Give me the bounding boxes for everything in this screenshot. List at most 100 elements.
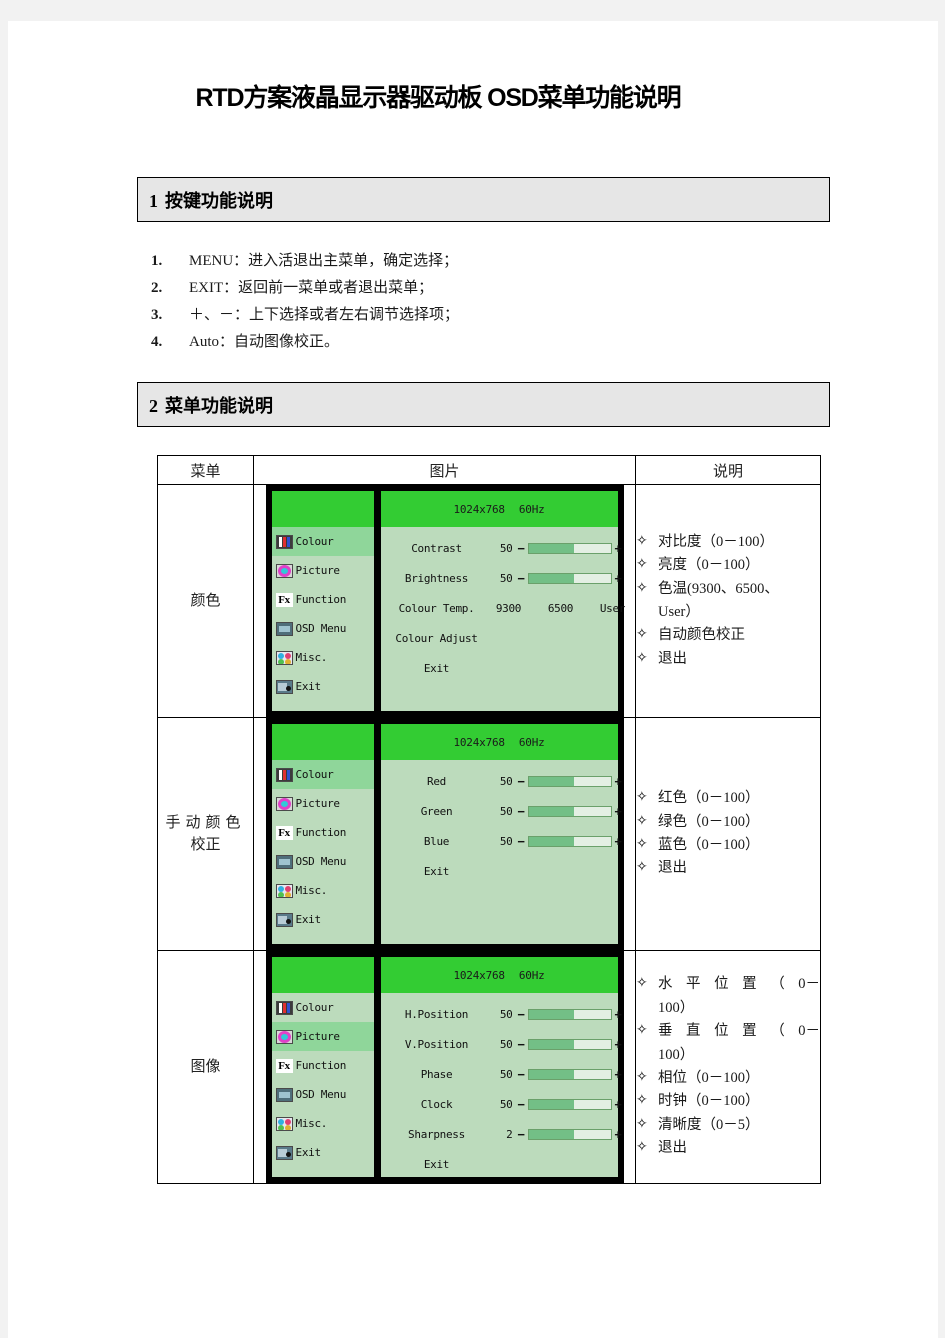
osd-item-phase[interactable]: Phase 50− + [381,1059,622,1089]
osd-sidebar-item-misc[interactable]: Misc. [272,1109,374,1138]
osd-item-value: 50 [499,1007,513,1021]
description-item: ✧ 色温(9300、6500、 User） [636,578,820,625]
osd-decrement-icon[interactable]: − [516,571,527,586]
function-icon: Fx [275,825,293,840]
osd-sidebar-item-exit[interactable]: Exit [272,1138,374,1167]
osd-slider-fill [528,1069,574,1079]
osd-item-v-position[interactable]: V.Position 50− + [381,1029,622,1059]
osd-decrement-icon[interactable]: − [516,1127,527,1142]
osd-sidebar-item-misc[interactable]: Misc. [272,643,374,672]
osd-item-exit[interactable]: Exit [381,653,618,683]
osd-resolution: 1024x768 [453,735,505,749]
osd-decrement-icon[interactable]: − [516,1067,527,1082]
osd-slider-track[interactable] [527,835,612,847]
diamond-bullet-icon: ✧ [636,1116,648,1132]
osd-decrement-icon[interactable]: − [516,774,527,789]
osd-increment-icon[interactable]: + [613,541,624,556]
osd-item-blue[interactable]: Blue 50− + [381,826,622,856]
osd-slider-track[interactable] [527,542,612,554]
osd-sidebar: Colour Picture Fx Function OSD Menu Misc. Exit [271,957,374,1177]
osd-sidebar-item-picture[interactable]: Picture [272,789,374,818]
osd-sidebar-item-misc[interactable]: Misc. [272,876,374,905]
osd-option[interactable]: 9300 [483,602,535,615]
osd-slider-track[interactable] [527,1008,612,1020]
osd-slider-fill [528,543,574,553]
osd-decrement-icon[interactable]: − [516,804,527,819]
osd-item-brightness[interactable]: Brightness 50− + [381,563,622,593]
osd-sidebar-item-picture[interactable]: Picture [271,1022,374,1051]
osd-menu-icon [275,1087,293,1102]
osd-item-colour-temp[interactable]: Colour Temp. 9300 6500 User [381,593,626,623]
osd-slider-track[interactable] [527,1098,612,1110]
osd-slider-track[interactable] [527,805,612,817]
osd-option[interactable]: User [587,602,639,615]
osd-slider-track[interactable] [527,1128,612,1140]
section-2-label: 菜单功能说明 [165,396,273,416]
osd-sidebar-item-function[interactable]: Fx Function [272,1051,374,1080]
diamond-bullet-icon: ✧ [636,1140,648,1156]
osd-sidebar-item-function[interactable]: Fx Function [272,818,374,847]
osd-decrement-icon[interactable]: − [516,834,527,849]
osd-slider-fill [528,1129,574,1139]
osd-item-clock[interactable]: Clock 50− + [381,1089,622,1119]
osd-sidebar-item-exit[interactable]: Exit [272,672,374,701]
osd-slider-track[interactable] [527,775,612,787]
osd-increment-icon[interactable]: + [613,804,624,819]
description-text: 自动颜色校正 [658,627,745,644]
osd-sidebar-item-label: Colour [295,768,334,781]
osd-sidebar-header [271,491,374,527]
osd-sidebar-item-picture[interactable]: Picture [272,556,374,585]
osd-slider-track[interactable] [527,572,612,584]
osd-sidebar-item-label: Picture [295,797,341,810]
description-item: ✧ 垂直位置（0－ 100） [636,1020,820,1067]
osd-item-green[interactable]: Green 50− + [381,796,622,826]
osd-sidebar-item-label: OSD Menu [295,855,347,868]
osd-option[interactable]: 6500 [535,602,587,615]
osd-slider-fill [528,836,574,846]
key-function-item: 3. ＋、－：上下选择或者左右调节选择项； [151,303,771,330]
osd-sidebar-item-osd-menu[interactable]: OSD Menu [272,1080,374,1109]
diamond-bullet-icon: ✧ [636,1093,648,1109]
osd-sidebar-item-function[interactable]: Fx Function [272,585,374,614]
osd-slider-fill [528,776,574,786]
osd-slider-fill [528,1099,574,1109]
description-text: 垂直位置（0－ 100） [658,1020,820,1067]
osd-decrement-icon[interactable]: − [516,1037,527,1052]
osd-item-contrast[interactable]: Contrast 50− + [381,533,622,563]
osd-sidebar-item-label: Exit [295,1146,322,1159]
osd-sidebar-item-colour[interactable]: Colour [271,760,374,789]
osd-item-label: Exit [423,1157,450,1171]
osd-sidebar-item-osd-menu[interactable]: OSD Menu [272,614,374,643]
osd-decrement-icon[interactable]: − [516,1097,527,1112]
osd-increment-icon[interactable]: + [613,1067,624,1082]
osd-item-exit[interactable]: Exit [381,856,618,886]
osd-increment-icon[interactable]: + [613,834,624,849]
osd-sidebar: Colour Picture Fx Function OSD Menu Misc. Exit [271,724,374,944]
osd-increment-icon[interactable]: + [613,1007,624,1022]
osd-item-colour-adjust[interactable]: Colour Adjust [381,623,618,653]
osd-decrement-icon[interactable]: − [516,541,527,556]
osd-increment-icon[interactable]: + [613,1037,624,1052]
osd-mode-header: 1024x768 60Hz [380,957,618,993]
osd-increment-icon[interactable]: + [613,1097,624,1112]
osd-item-exit[interactable]: Exit [381,1149,618,1179]
osd-slider-track[interactable] [527,1038,612,1050]
osd-item-sharpness[interactable]: Sharpness 2− + [381,1119,622,1149]
osd-item-h-position[interactable]: H.Position 50− + [381,999,622,1029]
osd-slider-track[interactable] [527,1068,612,1080]
osd-increment-icon[interactable]: + [613,571,624,586]
column-header-picture: 图片 [253,455,636,485]
osd-decrement-icon[interactable]: − [516,1007,527,1022]
osd-increment-icon[interactable]: + [613,1127,624,1142]
osd-item-value: 50 [499,541,513,555]
description-item: ✧ 亮度（0－100） [636,554,820,577]
osd-sidebar-item-exit[interactable]: Exit [272,905,374,934]
osd-slider-fill [528,1009,574,1019]
osd-item-red[interactable]: Red 50− + [381,766,622,796]
osd-increment-icon[interactable]: + [613,774,624,789]
description-item: ✧ 水平位置（0－ 100） [636,973,820,1020]
osd-sidebar-item-osd-menu[interactable]: OSD Menu [272,847,374,876]
osd-sidebar-item-colour[interactable]: Colour [272,993,374,1022]
osd-sidebar-item-colour[interactable]: Colour [271,527,374,556]
osd-mode-header: 1024x768 60Hz [380,724,618,760]
